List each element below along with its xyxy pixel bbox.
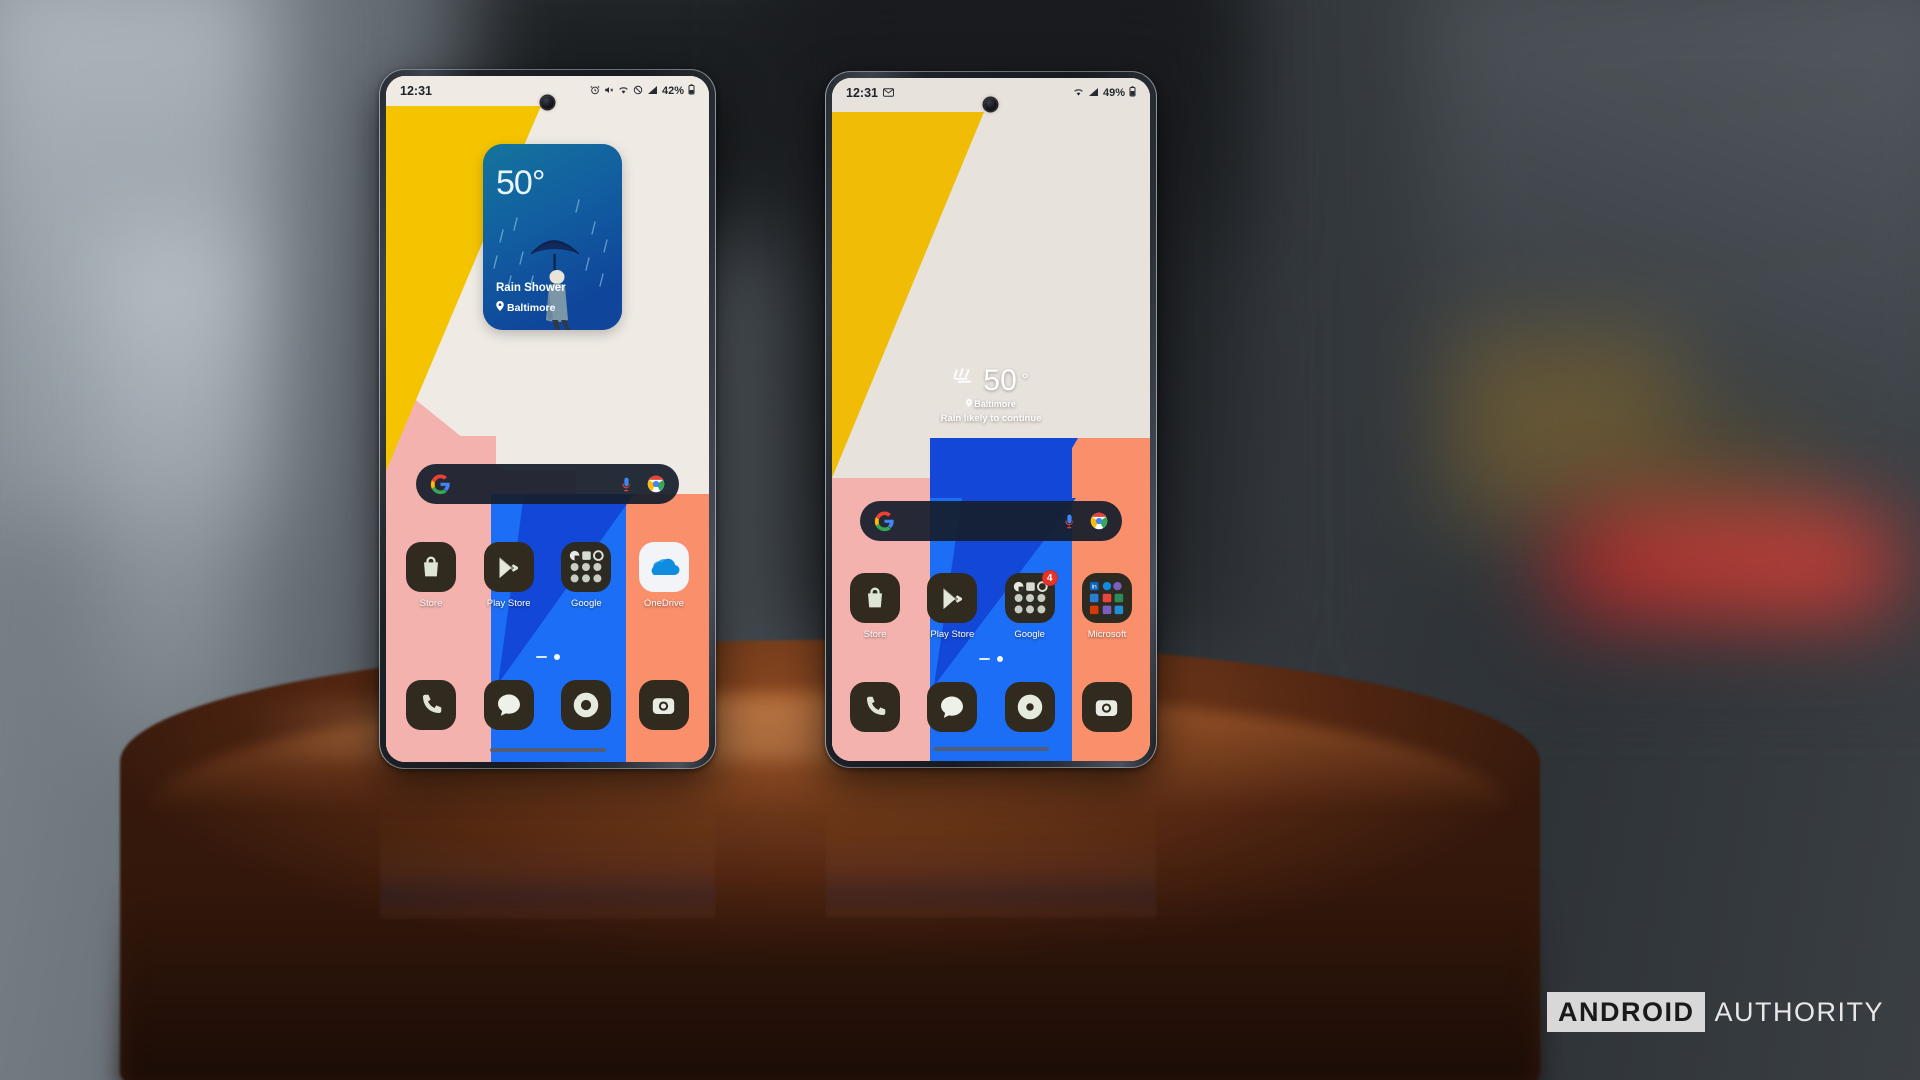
right-app-microsoft-folder[interactable]: in Microsoft: [1081, 573, 1132, 640]
battery-icon: [1129, 86, 1136, 100]
mute-icon: [604, 85, 614, 98]
product-photo-scene: 12:31 42% 50° Rain Shower Baltimore Stor…: [0, 0, 1920, 1080]
right-weather-description: Rain likely to continue: [940, 413, 1042, 424]
right-dock: [850, 682, 1132, 732]
right-weather-degree: °: [1021, 370, 1029, 389]
google-folder-icon[interactable]: [561, 542, 612, 592]
gmail-icon: [883, 86, 894, 100]
right-search-bar[interactable]: [860, 501, 1122, 541]
camera-icon[interactable]: [1081, 682, 1132, 732]
page-bar-icon: [979, 657, 990, 661]
left-app-onedrive-label: OneDrive: [643, 598, 685, 609]
right-phone-screen[interactable]: 12:31 49% 50 ° Baltimore Rain likely to …: [832, 78, 1150, 761]
right-weather-block[interactable]: 50 ° Baltimore Rain likely to continue: [832, 365, 1150, 425]
left-page-indicator[interactable]: [386, 654, 709, 660]
google-lens-icon[interactable]: [1090, 512, 1108, 530]
right-page-indicator[interactable]: [832, 656, 1150, 662]
left-app-grid: Store Play Store Google OneDrive: [406, 542, 689, 609]
right-gesture-bar[interactable]: [933, 747, 1049, 751]
wifi-icon: [1073, 87, 1084, 100]
right-phone[interactable]: 12:31 49% 50 ° Baltimore Rain likely to …: [825, 71, 1157, 768]
left-weather-location-row: Baltimore: [496, 301, 555, 314]
google-lens-icon[interactable]: [647, 475, 665, 493]
right-app-microsoft-label: Microsoft: [1087, 629, 1127, 640]
right-app-google-badge: 4: [1041, 570, 1058, 586]
google-g-icon[interactable]: [430, 473, 451, 495]
phone-icon[interactable]: [406, 680, 456, 730]
background-red-box-highlight: [1610, 532, 1860, 562]
left-app-google-label: Google: [570, 598, 602, 609]
right-app-store-label: Store: [863, 629, 887, 640]
left-weather-location: Baltimore: [507, 301, 556, 314]
location-pin-icon: [966, 399, 973, 409]
camera-icon[interactable]: [638, 680, 689, 730]
right-app-play-store-label: Play Store: [930, 629, 975, 640]
right-status-time: 12:31: [846, 86, 878, 100]
rain-icon: [953, 365, 978, 390]
left-weather-widget[interactable]: 50° Rain Shower Baltimore: [483, 144, 622, 330]
watermark-brand-light: AUTHORITY: [1714, 996, 1884, 1027]
right-app-grid: Store Play Store 4 Google in Microsoft: [850, 570, 1132, 640]
google-g-icon[interactable]: [874, 510, 895, 532]
alarm-icon: [590, 85, 600, 98]
home-dot-icon: [997, 656, 1003, 662]
left-app-play-store-label: Play Store: [486, 598, 531, 609]
left-app-google-folder[interactable]: Google: [561, 542, 612, 609]
left-app-onedrive[interactable]: OneDrive: [638, 542, 689, 609]
galaxy-store-icon[interactable]: [406, 542, 456, 592]
right-app-play-store[interactable]: Play Store: [927, 573, 978, 640]
right-weather-temperature: 50: [983, 364, 1017, 397]
onedrive-icon[interactable]: [638, 542, 689, 592]
left-dock: [406, 680, 689, 730]
play-store-icon[interactable]: [927, 573, 978, 623]
play-store-icon[interactable]: [483, 542, 534, 592]
left-search-bar[interactable]: [416, 464, 679, 504]
messages-icon[interactable]: [483, 680, 534, 730]
home-dot-icon: [553, 654, 560, 660]
right-app-store[interactable]: Store: [850, 573, 900, 640]
left-phone-screen[interactable]: 12:31 42% 50° Rain Shower Baltimore Stor…: [386, 76, 709, 762]
left-weather-temperature: 50°: [496, 164, 545, 202]
dnd-icon: [633, 85, 643, 98]
left-status-time: 12:31: [400, 84, 432, 98]
signal-icon: [647, 85, 658, 98]
location-pin-icon: [496, 301, 504, 314]
chrome-icon[interactable]: [1004, 682, 1055, 732]
right-front-camera: [984, 98, 997, 111]
left-front-camera: [541, 96, 554, 109]
galaxy-store-icon[interactable]: [850, 573, 900, 623]
chrome-icon[interactable]: [561, 680, 612, 730]
left-gesture-bar[interactable]: [490, 748, 606, 752]
right-app-google-label: Google: [1014, 629, 1045, 640]
microsoft-folder-icon[interactable]: in: [1081, 573, 1132, 623]
right-weather-top-row: 50 °: [832, 365, 1150, 396]
table-foreground-shadow: [120, 880, 1540, 1080]
background-window-blur-2: [95, 230, 245, 750]
right-weather-location: Baltimore: [974, 399, 1016, 409]
right-app-google-folder[interactable]: 4 Google: [1004, 570, 1058, 640]
left-app-store[interactable]: Store: [406, 542, 456, 609]
microphone-icon[interactable]: [619, 476, 634, 493]
svg-text:in: in: [1092, 584, 1097, 591]
left-app-store-label: Store: [419, 598, 443, 609]
left-app-play-store[interactable]: Play Store: [483, 542, 534, 609]
left-battery-percent: 42%: [661, 85, 684, 97]
battery-icon: [688, 84, 695, 98]
microphone-icon[interactable]: [1062, 513, 1077, 530]
wifi-icon: [618, 85, 629, 98]
phone-icon[interactable]: [850, 682, 900, 732]
signal-icon: [1088, 87, 1099, 100]
left-phone[interactable]: 12:31 42% 50° Rain Shower Baltimore Stor…: [379, 69, 716, 769]
right-battery-percent: 49%: [1102, 87, 1125, 99]
watermark: ANDROID AUTHORITY: [1546, 992, 1884, 1032]
right-weather-location-row: Baltimore: [832, 399, 1150, 409]
watermark-brand-bold: ANDROID: [1546, 992, 1706, 1032]
messages-icon[interactable]: [927, 682, 978, 732]
left-weather-condition: Rain Shower: [496, 282, 566, 294]
page-bar-icon: [535, 655, 547, 659]
